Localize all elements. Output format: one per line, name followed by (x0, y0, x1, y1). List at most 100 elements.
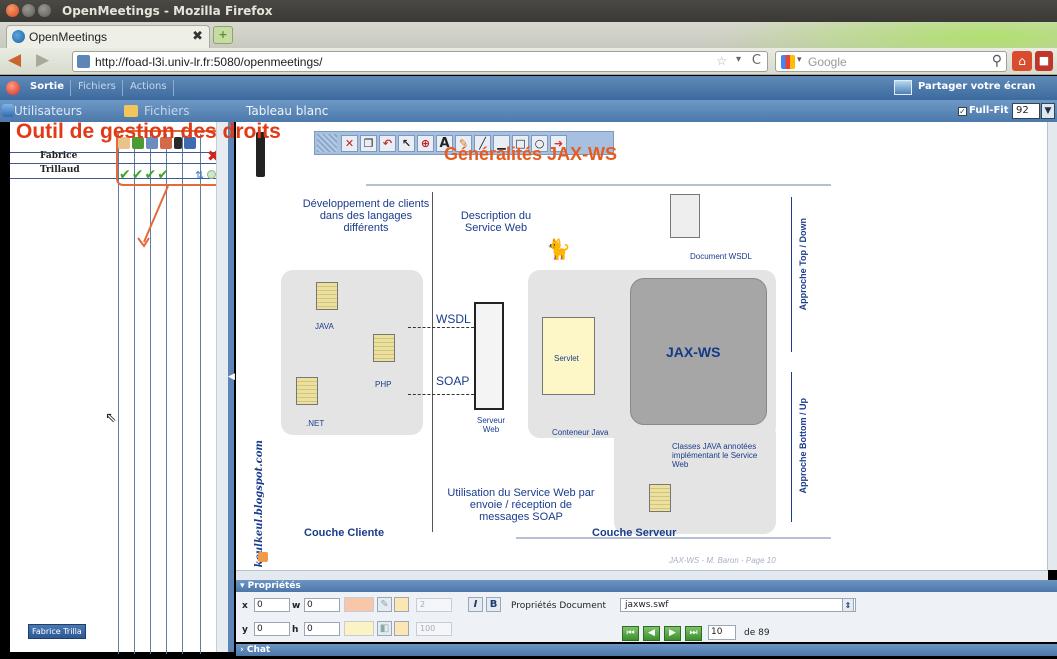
menu-sortie[interactable]: Sortie (24, 80, 71, 96)
share-screen-button[interactable]: Partager votre écran (918, 81, 1036, 92)
search-bar[interactable]: ▾ Google ⚲ (775, 51, 1007, 72)
openmeetings-favicon-icon (12, 30, 25, 43)
h-label: h (292, 625, 299, 635)
whiteboard-canvas[interactable]: ✕ ❐ ↶ ↖ ⊕ A ✎ ╱ ▁ □ ○ ➜ Généralités JAX-… (236, 122, 1048, 570)
server-icon (474, 302, 504, 410)
column-divider (118, 134, 119, 654)
minimize-window-icon[interactable] (22, 4, 35, 17)
undo-icon[interactable]: ↶ (379, 134, 396, 152)
clear-icon[interactable]: ✕ (341, 134, 358, 152)
opacity-select[interactable]: 100 (416, 622, 452, 636)
rights-callout-text: Outil de gestion des droits (16, 120, 281, 143)
server-label: Serveur Web (476, 416, 505, 434)
pointer-icon[interactable]: ↖ (398, 134, 415, 152)
column-divider (200, 134, 201, 654)
new-tab-button[interactable]: + (213, 26, 233, 44)
italic-button[interactable]: I (468, 597, 483, 612)
fill-color-swatch[interactable] (344, 621, 374, 636)
tab-utilisateurs[interactable]: Utilisateurs (14, 104, 82, 118)
maximize-window-icon[interactable] (38, 4, 51, 17)
properties-header[interactable]: ▾ Propriétés (236, 580, 1057, 592)
first-page-icon[interactable]: ⏮ (622, 626, 639, 641)
container-label: Conteneur Java (552, 428, 609, 437)
browser-tab[interactable]: OpenMeetings ✖ (6, 25, 210, 48)
url-bar[interactable]: http://foad-l3i.univ-lr.fr:5080/openmeet… (72, 51, 768, 72)
h-input[interactable]: 0 (304, 622, 340, 636)
copy-icon[interactable]: ❐ (360, 134, 377, 152)
forward-arrow-icon[interactable]: ▶ (36, 52, 58, 69)
next-page-icon[interactable]: ▶ (664, 626, 681, 641)
line-color-toggle-icon[interactable] (394, 597, 409, 612)
panel-collapse-bar[interactable]: ◀ (228, 122, 235, 652)
whiteboard-scrollbar-horizontal[interactable] (236, 570, 1048, 580)
search-engine-dropdown-icon[interactable]: ▾ (797, 55, 802, 65)
wsdl-doc-label: Document WSDL (690, 252, 752, 261)
url-text[interactable]: http://foad-l3i.univ-lr.fr:5080/openmeet… (95, 55, 322, 69)
checkbox-icon[interactable]: ✓ (958, 107, 967, 116)
wsdl-document-icon (670, 194, 700, 238)
addon-icon[interactable]: ■ (1035, 51, 1053, 71)
close-window-icon[interactable] (6, 4, 19, 17)
page-total: de 89 (744, 628, 770, 638)
zoom-input[interactable]: 92 (1012, 103, 1040, 119)
bottom-up-arrow (791, 372, 792, 522)
java-doc-icon (316, 282, 338, 310)
tab-strip: OpenMeetings ✖ + (0, 22, 1057, 48)
url-dropdown-icon[interactable]: ▾ (736, 54, 741, 65)
toolbar-grip-icon[interactable] (317, 134, 337, 152)
search-input[interactable]: Google (808, 55, 847, 69)
window-title: OpenMeetings - Mozilla Firefox (62, 4, 273, 18)
y-input[interactable]: 0 (254, 622, 290, 636)
user-chip[interactable]: Fabrice Trilla (28, 624, 86, 639)
menu-fichiers[interactable]: Fichiers (72, 80, 123, 96)
bold-button[interactable]: B (486, 597, 501, 612)
zoom-dropdown-icon[interactable]: ▼ (1041, 103, 1055, 119)
fill-color-icon[interactable]: ◧ (377, 621, 392, 636)
top-down-arrow (791, 197, 792, 352)
server-zone-lower (614, 422, 776, 534)
wsdl-arrow (408, 327, 474, 328)
search-icon[interactable]: ⚲ (992, 53, 1002, 69)
line-color-swatch[interactable] (344, 597, 374, 612)
back-arrow-icon[interactable]: ◀ (8, 52, 30, 69)
home-icon[interactable]: ⌂ (1012, 51, 1032, 71)
tab-fichiers[interactable]: Fichiers (144, 104, 189, 118)
line-width-select[interactable]: 2 (416, 598, 452, 612)
tomcat-logo-icon: 🐈 (546, 239, 571, 261)
reload-icon[interactable]: C (752, 53, 761, 68)
soap-label: SOAP (436, 374, 470, 388)
exit-icon[interactable] (6, 81, 20, 95)
user-name: Trillaud (40, 165, 80, 175)
document-select[interactable]: jaxws.swf (620, 598, 856, 612)
zoom-icon[interactable]: ⊕ (417, 134, 434, 152)
bookmark-star-icon[interactable]: ☆ (716, 54, 727, 68)
chat-header[interactable]: › Chat (236, 644, 1057, 656)
close-tab-icon[interactable]: ✖ (192, 29, 203, 44)
mouse-cursor-icon: ⇖ (105, 410, 117, 426)
php-label: PHP (375, 380, 392, 389)
line-color-icon[interactable]: ✎ (377, 597, 392, 612)
w-input[interactable]: 0 (304, 598, 340, 612)
properties-title: Propriétés (247, 581, 301, 591)
slide-title: Généralités JAX-WS (444, 144, 618, 164)
last-page-icon[interactable]: ⏭ (685, 626, 702, 641)
site-identity-icon[interactable] (77, 55, 90, 68)
screen-share-icon[interactable] (894, 80, 912, 95)
layer-divider (432, 192, 433, 532)
whiteboard-scrollbar-vertical[interactable] (1047, 122, 1057, 570)
fill-toggle-icon[interactable] (394, 621, 409, 636)
properties-panel: x 0 w 0 y 0 h 0 ✎ 2 ◧ 100 I B Propriétés… (236, 592, 1057, 642)
google-icon[interactable] (781, 55, 795, 69)
net-doc-icon (296, 377, 318, 405)
page-input[interactable]: 10 (708, 625, 736, 640)
document-dropdown-icon[interactable]: ⇕ (842, 598, 854, 612)
prev-page-icon[interactable]: ◀ (643, 626, 660, 641)
slide-rule-bottom (516, 537, 831, 539)
user-panel-scrollbar[interactable] (216, 122, 228, 652)
menu-actions[interactable]: Actions (124, 80, 174, 96)
approach-bottom-label: Approche Bottom / Up (798, 398, 808, 494)
x-input[interactable]: 0 (254, 598, 290, 612)
collapse-arrow-icon[interactable]: ◀ (228, 372, 235, 382)
fullfit-checkbox[interactable]: ✓ Full-Fit (958, 105, 1009, 116)
window-titlebar: OpenMeetings - Mozilla Firefox (0, 0, 1057, 22)
